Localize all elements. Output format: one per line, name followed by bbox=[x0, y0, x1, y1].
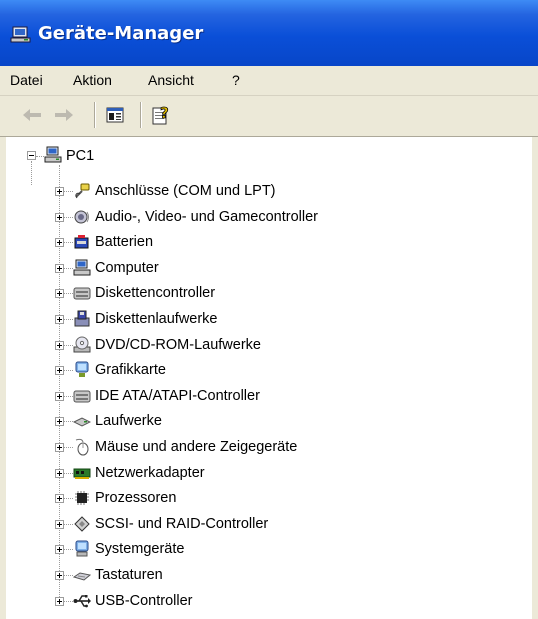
tree-connector bbox=[64, 549, 73, 551]
tree-item-label[interactable]: IDE ATA/ATAPI-Controller bbox=[95, 387, 260, 405]
ide-controller-icon bbox=[73, 387, 91, 405]
tree-connector bbox=[64, 421, 73, 423]
tree-item-label[interactable]: Anschlüsse (COM und LPT) bbox=[95, 182, 276, 200]
window-frame-right bbox=[532, 137, 538, 619]
tree-item-label[interactable]: Audio-, Video- und Gamecontroller bbox=[95, 208, 318, 226]
tree-item-label[interactable]: Diskettenlaufwerke bbox=[95, 310, 218, 328]
toolbar-separator bbox=[94, 102, 96, 128]
expand-icon[interactable] bbox=[55, 468, 64, 478]
expand-icon[interactable] bbox=[55, 366, 64, 376]
tree-connector bbox=[64, 600, 73, 602]
expand-icon[interactable] bbox=[55, 238, 64, 248]
menu-help[interactable]: ? bbox=[232, 72, 240, 88]
keyboard-icon bbox=[72, 566, 92, 584]
device-tree: PC1 Anschlüsse (COM und LPT) Audio-, Vide… bbox=[6, 137, 532, 619]
tree-item-label[interactable]: Diskettencontroller bbox=[95, 284, 215, 302]
tree-connector bbox=[64, 370, 73, 372]
expand-icon[interactable] bbox=[55, 443, 64, 452]
network-adapter-icon bbox=[73, 464, 91, 482]
toolbar-separator bbox=[140, 102, 142, 128]
tree-connector bbox=[64, 523, 73, 525]
title-bar[interactable]: Geräte-Manager bbox=[0, 0, 538, 66]
computer-icon bbox=[73, 259, 91, 277]
tree-connector bbox=[64, 575, 73, 576]
tree-connector bbox=[64, 216, 73, 218]
expand-icon[interactable] bbox=[55, 212, 64, 222]
cd-drive-icon bbox=[73, 336, 91, 354]
expand-icon[interactable] bbox=[55, 571, 64, 580]
expand-icon[interactable] bbox=[55, 340, 64, 350]
system-device-icon bbox=[73, 540, 91, 558]
tree-connector bbox=[64, 293, 73, 295]
show-hide-console-tree-icon[interactable] bbox=[103, 104, 127, 126]
tree-item-label[interactable]: Computer bbox=[95, 259, 159, 277]
expand-icon[interactable] bbox=[55, 596, 64, 606]
tree-item-label[interactable]: Systemgeräte bbox=[95, 540, 184, 558]
tree-connector bbox=[64, 242, 73, 244]
tree-connector bbox=[36, 156, 44, 157]
tree-connector bbox=[64, 472, 73, 474]
scsi-controller-icon bbox=[73, 515, 91, 533]
device-manager-app-icon bbox=[10, 26, 32, 44]
expand-icon[interactable] bbox=[55, 187, 64, 196]
expand-icon[interactable] bbox=[55, 519, 64, 529]
tree-connector bbox=[59, 165, 60, 601]
tree-connector bbox=[64, 498, 73, 500]
tree-item-label[interactable]: Mäuse und andere Zeigegeräte bbox=[95, 438, 297, 456]
tree-connector bbox=[64, 344, 73, 346]
tree-connector bbox=[31, 161, 32, 185]
menu-datei[interactable]: Datei bbox=[10, 72, 43, 88]
speaker-icon bbox=[73, 208, 91, 226]
battery-icon bbox=[73, 233, 91, 251]
menu-bar: Datei Aktion Ansicht ? bbox=[0, 66, 538, 96]
tree-connector bbox=[64, 319, 73, 320]
toolbar: ? bbox=[0, 96, 538, 137]
menu-ansicht[interactable]: Ansicht bbox=[148, 72, 194, 88]
help-icon[interactable]: ? bbox=[150, 104, 174, 126]
window-title: Geräte-Manager bbox=[38, 23, 204, 44]
expand-icon[interactable] bbox=[55, 494, 64, 504]
hard-drive-icon bbox=[72, 412, 92, 430]
collapse-icon[interactable] bbox=[27, 151, 36, 160]
tree-item-label[interactable]: SCSI- und RAID-Controller bbox=[95, 515, 268, 533]
mouse-icon bbox=[73, 438, 91, 456]
disk-controller-icon bbox=[73, 284, 91, 302]
back-arrow-icon[interactable] bbox=[20, 104, 44, 126]
tree-item-label[interactable]: Batterien bbox=[95, 233, 153, 251]
tree-item-label[interactable]: Tastaturen bbox=[95, 566, 163, 584]
expand-icon[interactable] bbox=[55, 391, 64, 401]
tree-item-label[interactable]: USB-Controller bbox=[95, 592, 193, 610]
display-adapter-icon bbox=[73, 361, 91, 379]
menu-aktion[interactable]: Aktion bbox=[73, 72, 112, 88]
tree-item-label[interactable]: Grafikkarte bbox=[95, 361, 166, 379]
tree-connector bbox=[64, 395, 73, 397]
expand-icon[interactable] bbox=[55, 263, 64, 273]
tree-connector bbox=[64, 447, 73, 448]
device-manager-window: Geräte-Manager Datei Aktion Ansicht ? ? … bbox=[0, 0, 538, 619]
tree-connector bbox=[64, 267, 73, 269]
expand-icon[interactable] bbox=[55, 545, 64, 555]
port-connector-icon bbox=[73, 182, 91, 200]
processor-icon bbox=[73, 489, 91, 507]
tree-connector bbox=[64, 191, 73, 192]
svg-text:?: ? bbox=[160, 104, 169, 122]
tree-item-label[interactable]: DVD/CD-ROM-Laufwerke bbox=[95, 336, 261, 354]
expand-icon[interactable] bbox=[55, 289, 64, 299]
tree-item-label[interactable]: Laufwerke bbox=[95, 412, 162, 430]
floppy-drive-icon bbox=[73, 310, 91, 328]
tree-item-label[interactable]: Prozessoren bbox=[95, 489, 176, 507]
computer-icon bbox=[44, 146, 62, 164]
expand-icon[interactable] bbox=[55, 315, 64, 324]
usb-icon bbox=[73, 592, 91, 610]
tree-root-pc1[interactable]: PC1 bbox=[66, 147, 94, 165]
forward-arrow-icon[interactable] bbox=[52, 104, 76, 126]
tree-item-label[interactable]: Netzwerkadapter bbox=[95, 464, 205, 482]
expand-icon[interactable] bbox=[55, 417, 64, 427]
